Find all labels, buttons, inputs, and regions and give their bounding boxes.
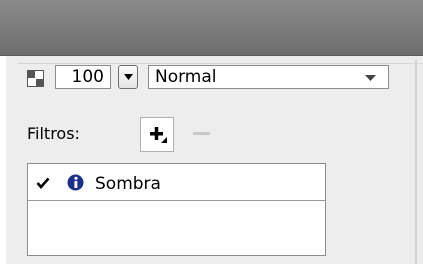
chevron-down-icon <box>124 74 133 80</box>
blend-mode-select[interactable]: Normal <box>148 65 389 89</box>
opacity-dropdown-button[interactable] <box>118 65 138 89</box>
filters-label: Filtros: <box>27 124 80 143</box>
filter-name: Sombra <box>95 174 161 194</box>
checkerboard-icon <box>27 70 44 87</box>
chevron-down-icon <box>365 75 376 81</box>
filter-row-sombra[interactable]: Sombra <box>28 164 325 201</box>
opacity-input[interactable]: 100 <box>55 65 111 89</box>
panel-divider <box>18 63 423 64</box>
scrollbar-divider <box>415 60 417 264</box>
plus-icon <box>150 127 167 143</box>
blend-mode-value: Normal <box>155 67 217 87</box>
check-icon[interactable] <box>36 177 50 189</box>
panel-titlebar <box>0 0 423 56</box>
remove-filter-button[interactable] <box>193 132 210 135</box>
info-icon <box>67 174 84 191</box>
filter-list: Sombra <box>27 163 326 256</box>
add-filter-button[interactable] <box>140 117 174 152</box>
